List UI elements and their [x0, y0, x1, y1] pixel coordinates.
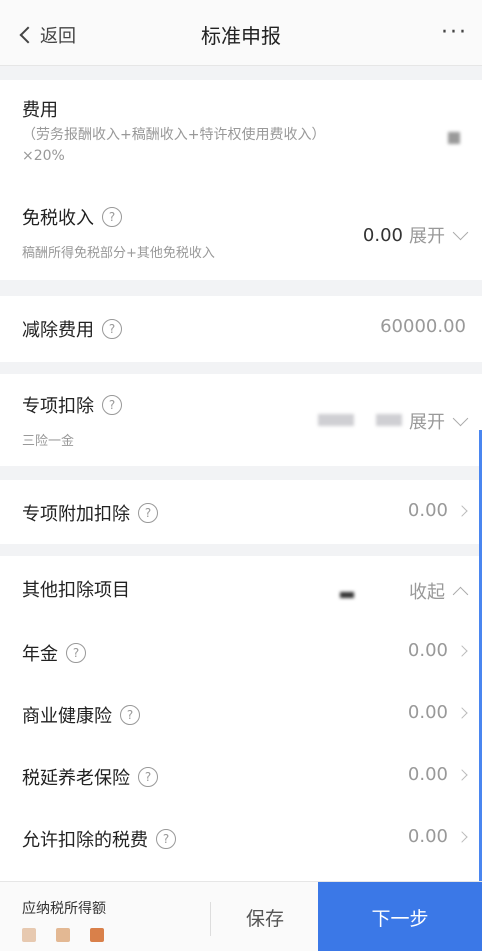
fee-formula: （劳务报酬收入+稿酬收入+特许权使用费收入） — [22, 127, 326, 143]
deduction-fee-row[interactable]: 减除费用 ? 60000.00 — [0, 296, 482, 362]
expand-label: 展开 — [409, 226, 445, 247]
chevron-down-icon — [452, 410, 469, 426]
redacted-dot — [90, 928, 104, 942]
help-icon[interactable]: ? — [120, 705, 140, 725]
footer-bar: 应纳税所得额 保存 下一步 — [0, 881, 482, 951]
chevron-right-icon — [456, 768, 468, 781]
tax-free-income-label: 免税收入 ? — [22, 204, 122, 230]
next-button[interactable]: 下一步 — [318, 882, 482, 951]
redacted-dot — [56, 928, 70, 942]
help-icon[interactable]: ? — [102, 395, 122, 415]
help-icon[interactable]: ? — [102, 207, 122, 227]
header: 返回 标准申报 ··· — [0, 0, 482, 66]
other-item-value[interactable]: 0.00 — [408, 702, 468, 723]
tax-free-income-value[interactable]: 0.00 展开 — [363, 222, 469, 248]
redacted-dot — [22, 928, 36, 942]
other-deductions-label: 其他扣除项目 — [22, 580, 130, 601]
special-deduction-sub: 三险一金 — [22, 434, 75, 449]
special-additional-row[interactable]: 专项附加扣除 ? 0.00 — [0, 480, 482, 544]
fee-value-redacted — [448, 132, 460, 144]
special-additional-label: 专项附加扣除 ? — [22, 500, 158, 526]
fee-label: 费用 — [22, 100, 58, 121]
fee-rate: ×20% — [22, 148, 65, 164]
other-item-value[interactable]: 0.00 — [408, 764, 468, 785]
chevron-down-icon — [452, 224, 469, 240]
tax-free-income-sub: 稿酬所得免税部分+其他免税收入 — [22, 246, 215, 261]
divider — [210, 902, 211, 936]
save-button[interactable]: 保存 — [212, 882, 318, 951]
other-deductions-card: 其他扣除项目 收起 年金 ? 0.00 商业健康险 ? 0.00 税延养老保险 … — [0, 556, 482, 881]
other-item-value[interactable]: 0.00 — [408, 640, 468, 661]
chevron-right-icon — [456, 830, 468, 843]
deduction-fee-value: 60000.00 — [380, 316, 466, 337]
fee-card: 费用 （劳务报酬收入+稿酬收入+特许权使用费收入） ×20% 免税收入 ? 稿酬… — [0, 80, 482, 280]
taxable-income-label: 应纳税所得额 — [22, 901, 106, 917]
help-icon[interactable]: ? — [66, 643, 86, 663]
special-deduction-label: 专项扣除 ? — [22, 392, 122, 418]
more-icon[interactable]: ··· — [441, 20, 468, 45]
chevron-right-icon — [456, 644, 468, 657]
taxable-income-value-redacted — [22, 928, 104, 942]
chevron-right-icon — [456, 706, 468, 719]
other-item-label: 商业健康险 ? — [22, 702, 140, 728]
help-icon[interactable]: ? — [138, 503, 158, 523]
other-item-label: 允许扣除的税费 ? — [22, 826, 176, 852]
special-deduction-value-redacted — [318, 414, 354, 426]
special-deduction-value-redacted-2 — [376, 414, 402, 426]
other-item-value[interactable]: 0.00 — [408, 826, 468, 847]
help-icon[interactable]: ? — [156, 829, 176, 849]
chevron-right-icon — [456, 504, 468, 517]
other-item-label: 税延养老保险 ? — [22, 764, 158, 790]
special-deduction-row[interactable]: 专项扣除 ? 三险一金 展开 — [0, 374, 482, 466]
special-additional-value: 0.00 — [408, 500, 468, 521]
other-deductions-value-redacted — [340, 592, 354, 598]
chevron-up-icon — [452, 586, 469, 602]
special-deduction-expand[interactable]: 展开 — [409, 408, 469, 434]
deduction-fee-label: 减除费用 ? — [22, 316, 122, 342]
collapse-toggle[interactable]: 收起 — [409, 578, 469, 604]
other-item-label: 年金 ? — [22, 640, 86, 666]
help-icon[interactable]: ? — [138, 767, 158, 787]
help-icon[interactable]: ? — [102, 319, 122, 339]
page-title: 标准申报 — [201, 24, 281, 48]
